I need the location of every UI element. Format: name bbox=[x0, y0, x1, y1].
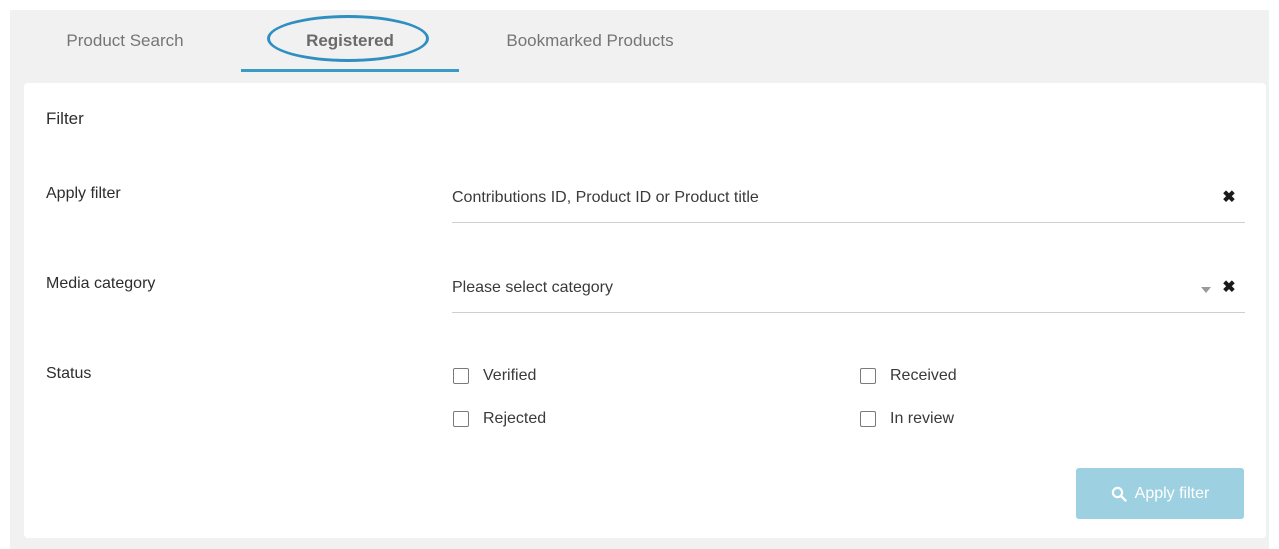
checkbox-label: Verified bbox=[483, 367, 537, 384]
checkbox-icon[interactable] bbox=[860, 368, 876, 384]
status-checkbox-in-review[interactable]: In review bbox=[860, 410, 954, 428]
tab-bar: Product Search Registered Bookmarked Pro… bbox=[10, 10, 1269, 74]
checkbox-label: Received bbox=[890, 367, 957, 384]
apply-filter-field: ✖ bbox=[452, 175, 1245, 223]
media-category-label: Media category bbox=[46, 275, 156, 292]
caret-down-icon[interactable] bbox=[1201, 287, 1211, 293]
media-category-placeholder: Please select category bbox=[452, 279, 613, 296]
apply-filter-input[interactable] bbox=[452, 189, 1152, 207]
status-label: Status bbox=[46, 365, 92, 382]
status-checkbox-verified[interactable]: Verified bbox=[453, 367, 536, 385]
status-checkbox-received[interactable]: Received bbox=[860, 367, 957, 385]
checkbox-icon[interactable] bbox=[860, 411, 876, 427]
close-icon[interactable]: ✖ bbox=[1221, 280, 1237, 296]
filter-card: Filter Apply filter ✖ Media category Ple… bbox=[24, 83, 1266, 538]
active-tab-indicator bbox=[241, 69, 459, 72]
checkbox-label: In review bbox=[890, 410, 955, 427]
media-category-select[interactable]: Please select category ✖ bbox=[452, 265, 1245, 313]
tab-bookmarked-products[interactable]: Bookmarked Products bbox=[480, 10, 700, 72]
tab-product-search[interactable]: Product Search bbox=[50, 10, 200, 72]
checkbox-icon[interactable] bbox=[453, 411, 469, 427]
status-checkbox-rejected[interactable]: Rejected bbox=[453, 410, 546, 428]
apply-filter-button[interactable]: Apply filter bbox=[1076, 468, 1244, 519]
checkbox-icon[interactable] bbox=[453, 368, 469, 384]
tab-registered[interactable]: Registered bbox=[241, 10, 459, 72]
filter-title: Filter bbox=[46, 109, 84, 128]
apply-filter-button-label: Apply filter bbox=[1134, 484, 1210, 502]
close-icon[interactable]: ✖ bbox=[1221, 190, 1237, 206]
search-icon bbox=[1111, 486, 1127, 502]
checkbox-label: Rejected bbox=[483, 410, 547, 427]
apply-filter-label: Apply filter bbox=[46, 185, 121, 202]
